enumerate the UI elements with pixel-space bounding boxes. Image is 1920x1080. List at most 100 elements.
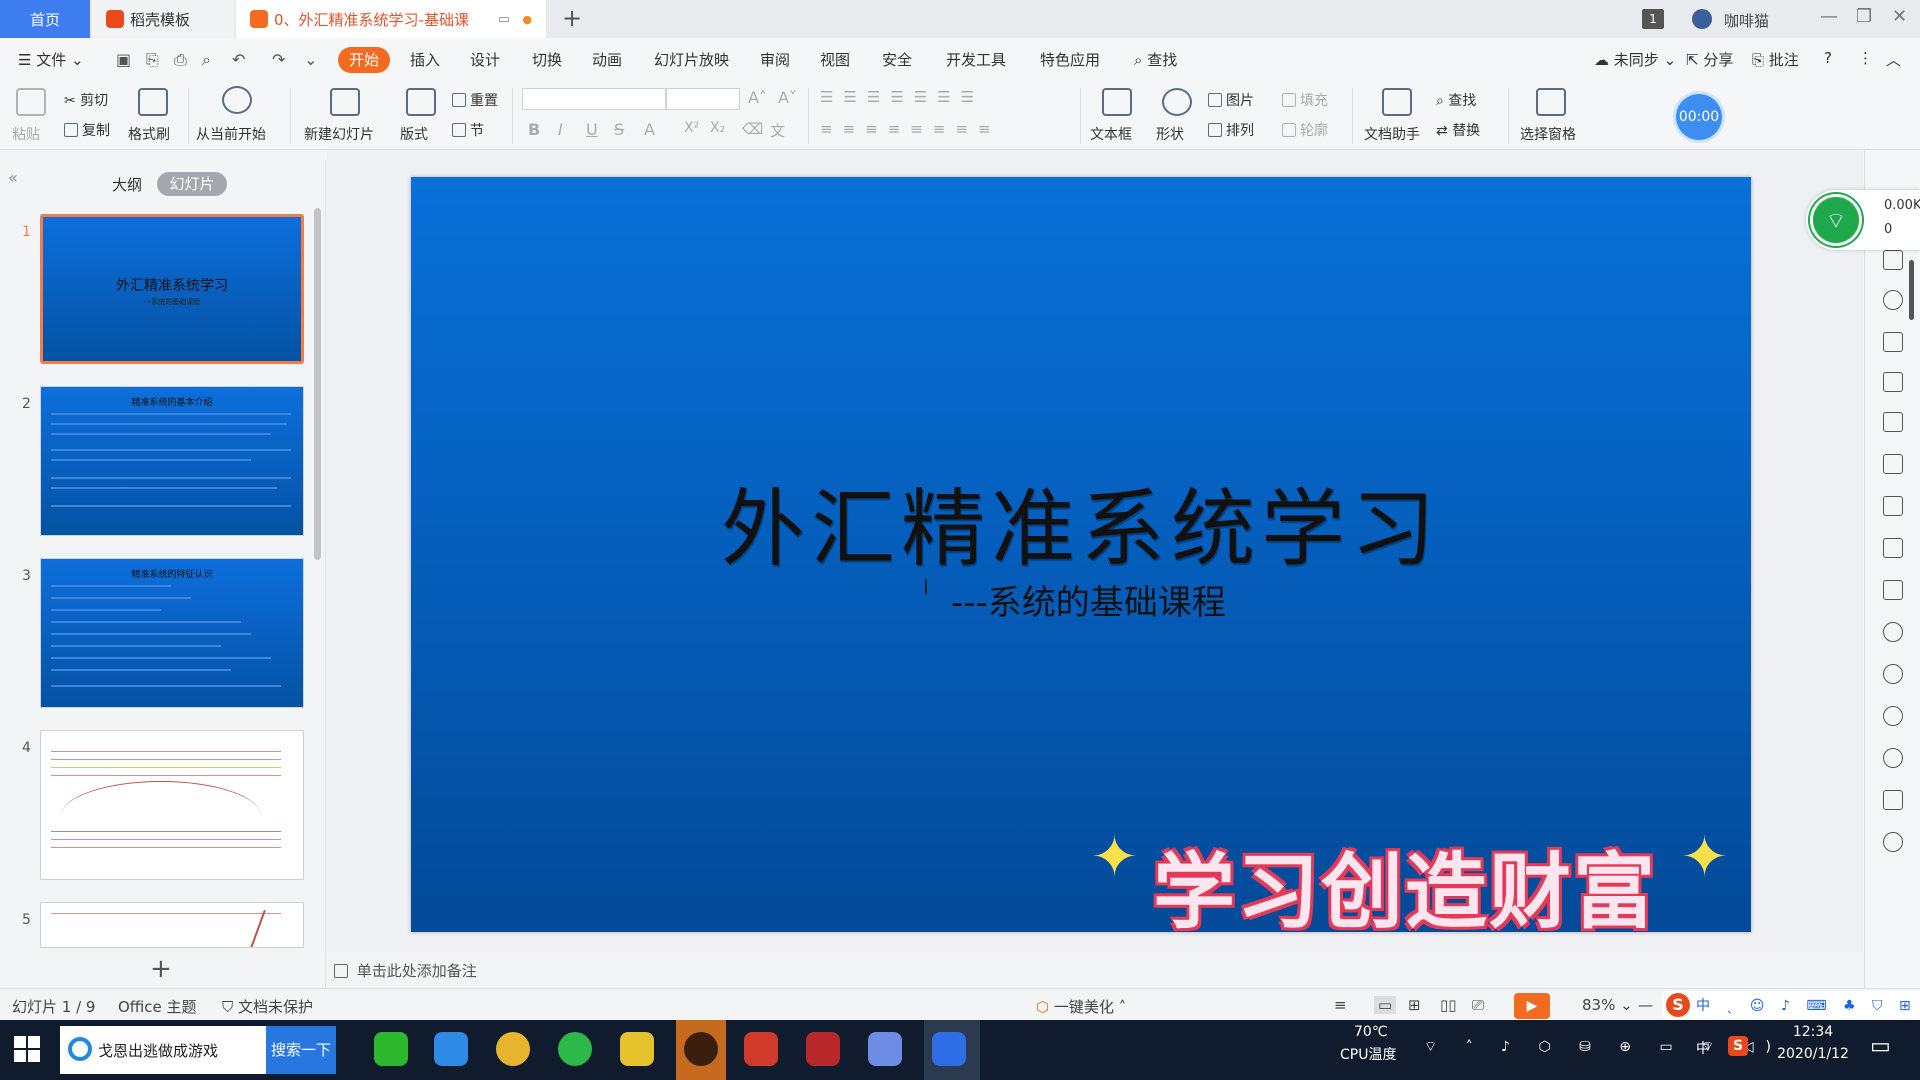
doc-assistant-button[interactable]: 文档助手	[1364, 124, 1420, 144]
slide-thumbnail-1[interactable]: 外汇精准系统学习 ---系统的基础课程	[40, 214, 304, 364]
undo-icon[interactable]: ↶	[232, 50, 252, 70]
tab-slides[interactable]: 幻灯片	[157, 172, 227, 196]
help-icon[interactable]: ?	[1824, 49, 1832, 67]
sidebar-scrollbar[interactable]	[1909, 260, 1914, 320]
list-buttons[interactable]: ☰☰☰☰☰☰☰	[820, 88, 984, 106]
protection-status[interactable]: ⛉ 文档未保护	[222, 996, 313, 1017]
ime-toolbar[interactable]: S 中 ˎ ☺ ♪ ⌨ ♣ ⛉ ⊞	[1662, 991, 1920, 1019]
timer-widget[interactable]: 00:00	[1676, 94, 1722, 140]
settings-icon[interactable]	[1883, 412, 1903, 432]
increase-font-icon[interactable]: A˄	[748, 88, 767, 107]
slide-thumbnail-2[interactable]: 精准系统的基本介绍	[40, 386, 304, 536]
menu-transition[interactable]: 切换	[532, 49, 562, 70]
slide-thumbnail-3[interactable]: 精准系统的特征认识	[40, 558, 304, 708]
monitor-icon[interactable]: ▭	[498, 12, 510, 27]
menu-security[interactable]: 安全	[882, 49, 912, 70]
print-icon[interactable]: ⎙	[174, 50, 194, 70]
export-icon[interactable]	[1883, 496, 1903, 516]
replace-button[interactable]: ⇄ 替换	[1436, 120, 1480, 140]
tab-document[interactable]: 0、外汇精准系统学习-基础课 ▭ ●	[236, 0, 546, 38]
help-icon[interactable]	[1883, 748, 1903, 768]
beautify-button[interactable]: ⬡ 一键美化 ˄	[1036, 996, 1126, 1017]
collapse-ribbon-icon[interactable]: ︿	[1886, 49, 1901, 70]
thumbnail-scrollbar[interactable]	[314, 208, 321, 560]
sorter-view-icon[interactable]: ⊞	[1408, 996, 1421, 1014]
subscript-icon[interactable]: X₂	[710, 120, 725, 136]
menu-review[interactable]: 审阅	[760, 49, 790, 70]
badge-icon[interactable]	[1883, 832, 1903, 852]
shapes-icon[interactable]	[1883, 250, 1903, 270]
clear-format-icon[interactable]: ⌫	[742, 120, 763, 138]
font-size-dropdown[interactable]	[666, 88, 740, 110]
slide-thumbnail-4[interactable]	[40, 730, 304, 880]
unsaved-dot-icon[interactable]: ●	[522, 13, 532, 26]
layout-button[interactable]: 版式	[400, 124, 428, 144]
section-button[interactable]: 节	[452, 120, 484, 140]
font-color-icon[interactable]: A	[644, 120, 655, 139]
ie-green-icon[interactable]	[558, 1032, 592, 1066]
download-icon[interactable]	[1883, 664, 1903, 684]
font-family-dropdown[interactable]	[522, 88, 666, 110]
redo-icon[interactable]: ↷	[272, 50, 292, 70]
chart-icon[interactable]	[1883, 372, 1903, 392]
current-slide[interactable]: 外汇精准系统学习 I ---系统的基础课程 ✦ ✦ 学习创造财富	[411, 177, 1751, 932]
from-current-button[interactable]: 从当前开始	[196, 124, 266, 144]
camera-icon[interactable]: ⎚	[1472, 996, 1484, 1014]
history-icon[interactable]	[1883, 706, 1903, 726]
underline-icon[interactable]: U	[586, 120, 598, 139]
user-avatar[interactable]	[1692, 9, 1712, 29]
close-icon[interactable]: ✕	[1892, 6, 1907, 27]
menu-developer[interactable]: 开发工具	[946, 49, 1006, 70]
save-icon[interactable]: ▣	[116, 50, 136, 70]
textbox-button[interactable]: 文本框	[1090, 124, 1132, 144]
audio-icon[interactable]	[1883, 622, 1903, 642]
bold-icon[interactable]: B	[528, 120, 540, 139]
video-app-icon[interactable]	[684, 1032, 718, 1066]
notification-icon[interactable]: ▭	[1870, 1034, 1891, 1059]
phonetic-icon[interactable]: 文	[770, 120, 785, 141]
clock-date[interactable]: 2020/1/12	[1768, 1046, 1858, 1062]
outline-button[interactable]: 轮廓	[1282, 120, 1328, 140]
print-preview-icon[interactable]: ⌕	[202, 50, 222, 70]
zoom-level[interactable]: 83% ⌄	[1582, 996, 1633, 1014]
align-buttons[interactable]: ≡≡≡≡≡≡≡≡	[820, 120, 1001, 138]
reset-button[interactable]: 重置	[452, 90, 498, 110]
file-menu[interactable]: ☰ 文件 ⌄	[18, 49, 84, 70]
find-button[interactable]: ⌕ 查找	[1436, 90, 1476, 110]
sync-button[interactable]: ☁ 未同步 ⌄	[1594, 49, 1676, 70]
normal-view-icon[interactable]: ▭	[1374, 996, 1397, 1014]
box-icon[interactable]	[1883, 790, 1903, 810]
image-icon[interactable]	[1883, 580, 1903, 600]
menu-animation[interactable]: 动画	[592, 49, 622, 70]
ime-tools[interactable]: 中 ˎ ☺ ♪ ⌨ ♣ ⛉ ⊞	[1696, 995, 1917, 1015]
fill-button[interactable]: 填充	[1282, 90, 1328, 110]
superscript-icon[interactable]: X²	[684, 120, 699, 136]
taskbar-search-box[interactable]: 戈恩出逃做成游戏	[60, 1026, 266, 1074]
selection-pane-button[interactable]: 选择窗格	[1520, 124, 1576, 144]
user-name[interactable]: 咖啡猫	[1724, 10, 1769, 31]
start-button[interactable]	[14, 1036, 42, 1064]
minimize-icon[interactable]: —	[1820, 6, 1838, 27]
new-slide-button[interactable]: 新建幻灯片	[304, 124, 374, 144]
slide-subtitle[interactable]: ---系统的基础课程	[951, 575, 1226, 624]
share-button[interactable]: ⇱ 分享	[1686, 49, 1733, 70]
zoom-out-icon[interactable]: —	[1638, 996, 1653, 1014]
italic-icon[interactable]: I	[558, 120, 563, 139]
pen-icon[interactable]	[1883, 290, 1903, 310]
collapse-pane-icon[interactable]: «	[8, 168, 18, 187]
picture-button[interactable]: 图片	[1208, 90, 1254, 110]
ime-language[interactable]: 中	[1696, 1038, 1710, 1058]
format-painter-button[interactable]: 格式刷	[128, 124, 170, 144]
network-speed-widget[interactable]: ⌔ 0.00K 0	[1806, 190, 1920, 250]
theme-name[interactable]: Office 主题	[118, 996, 197, 1017]
reading-view-icon[interactable]: ▯▯	[1440, 996, 1457, 1014]
notes-area[interactable]: 单击此处添加备注	[334, 960, 477, 981]
sogou-tray-icon[interactable]: S	[1728, 1036, 1748, 1056]
wps-icon[interactable]	[932, 1032, 966, 1066]
file-explorer-icon[interactable]	[620, 1032, 654, 1066]
menu-features[interactable]: 特色应用	[1040, 49, 1100, 70]
copy-button[interactable]: 复制	[64, 120, 110, 140]
paste-button[interactable]: 粘贴	[12, 124, 40, 144]
shape-button[interactable]: 形状	[1156, 124, 1184, 144]
cloud-app-icon[interactable]	[868, 1032, 902, 1066]
